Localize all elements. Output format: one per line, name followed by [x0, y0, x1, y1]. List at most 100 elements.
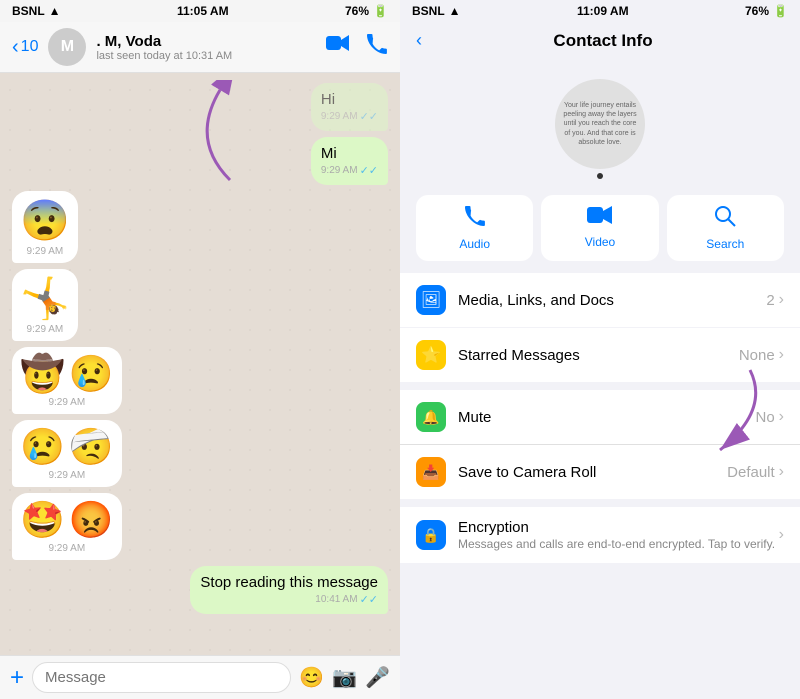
avatar-quote: Your life journey entails peeling away t… [555, 93, 645, 154]
emoji: 🤕 [69, 426, 114, 468]
info-section: 🖼 Media, Links, and Docs 2 › ⭐ Starred M… [400, 273, 800, 699]
audio-button-label: Audio [459, 237, 490, 251]
message-row: 😨 9:29 AM [12, 191, 388, 263]
action-buttons-row: Audio Video Search [400, 195, 800, 273]
message-input[interactable] [32, 662, 291, 693]
video-call-button[interactable]: Video [541, 195, 658, 261]
starred-row-right: None › [739, 346, 784, 364]
encryption-right: › [779, 526, 784, 544]
contact-info-header: ‹ Contact Info [400, 22, 800, 59]
mute-row-content: Mute [458, 409, 755, 426]
mute-value: No [755, 409, 774, 426]
emoji: 😢 [69, 353, 114, 395]
encryption-title: Encryption [458, 519, 779, 536]
read-ticks: ✓✓ [360, 164, 378, 177]
info-group-media: 🖼 Media, Links, and Docs 2 › [400, 273, 800, 327]
audio-call-button[interactable]: Audio [416, 195, 533, 261]
media-row-content: Media, Links, and Docs [458, 292, 766, 309]
message-time: 9:29 AM [48, 470, 85, 481]
message-text: Mi [321, 145, 378, 162]
avatar: M [48, 28, 86, 66]
info-row-encryption[interactable]: 🔒 Encryption Messages and calls are end-… [400, 507, 800, 563]
back-button[interactable]: ‹ 10 [12, 36, 38, 59]
back-chevron-icon: ‹ [12, 36, 19, 59]
emoji-row: 🤩 😡 [20, 499, 114, 541]
message-row: 🤸 9:29 AM [12, 269, 388, 341]
emoji: 🤩 [20, 499, 65, 541]
message-bubble: Hi 9:29 AM✓✓ [311, 83, 388, 131]
time-right: 11:09 AM [577, 4, 629, 18]
info-group-mute: 🔔 Mute No › 📥 Save to Camera Roll [400, 390, 800, 499]
encryption-content: Encryption Messages and calls are end-to… [458, 519, 779, 551]
message-bubble: Stop reading this message 10:41 AM✓✓ [190, 566, 388, 614]
message-time: 9:29 AM [321, 111, 358, 122]
message-time: 9:29 AM [48, 543, 85, 554]
save-camera-icon: 📥 [416, 457, 446, 487]
info-row-media[interactable]: 🖼 Media, Links, and Docs 2 › [400, 273, 800, 327]
starred-icon: ⭐ [416, 340, 446, 370]
message-row: Mi 9:29 AM✓✓ [12, 137, 388, 185]
message-bubble: 🤩 😡 9:29 AM [12, 493, 122, 560]
chat-input-bar: + 😊 📷 🎤 [0, 655, 400, 699]
contact-info-title: Contact Info [422, 31, 784, 51]
contact-avatar: Your life journey entails peeling away t… [555, 79, 645, 169]
chevron-icon: › [779, 346, 784, 364]
search-button-label: Search [706, 237, 744, 251]
message-row: Hi 9:29 AM✓✓ [12, 83, 388, 131]
message-row: 😢 🤕 9:29 AM [12, 420, 388, 487]
emoji: 😨 [20, 197, 70, 244]
media-icon: 🖼 [416, 285, 446, 315]
encryption-icon: 🔒 [416, 520, 446, 550]
info-row-starred[interactable]: ⭐ Starred Messages None › [400, 328, 800, 382]
info-row-save-camera[interactable]: 📥 Save to Camera Roll Default › [400, 445, 800, 499]
message-row: 🤠 😢 9:29 AM [12, 347, 388, 414]
battery-left: 76% [345, 4, 369, 18]
message-bubble: Mi 9:29 AM✓✓ [311, 137, 388, 185]
status-bar-right: BSNL ▲ 11:09 AM 76% 🔋 [400, 0, 800, 22]
avatar-dot [597, 173, 603, 179]
save-camera-content: Save to Camera Roll [458, 464, 727, 481]
message-time: 9:29 AM [321, 165, 358, 176]
camera-icon[interactable]: 📷 [332, 665, 357, 690]
carrier-left: BSNL [12, 4, 45, 18]
message-time: 9:29 AM [27, 324, 64, 335]
video-call-icon-right [587, 205, 613, 231]
emoji: 😡 [69, 499, 114, 541]
mute-row-right: No › [755, 408, 784, 426]
media-row-right: 2 › [766, 291, 784, 309]
chevron-icon: › [779, 526, 784, 544]
message-row: Stop reading this message 10:41 AM✓✓ [12, 566, 388, 614]
battery-icon-right: 🔋 [773, 4, 788, 18]
search-button[interactable]: Search [667, 195, 784, 261]
message-bubble: 🤸 9:29 AM [12, 269, 78, 341]
profile-section: Your life journey entails peeling away t… [400, 59, 800, 195]
chevron-icon: › [779, 408, 784, 426]
wifi-icon-right: ▲ [449, 4, 461, 18]
microphone-icon[interactable]: 🎤 [365, 665, 390, 690]
last-seen: last seen today at 10:31 AM [96, 50, 316, 62]
battery-right: 76% [745, 4, 769, 18]
emoji: 🤸 [20, 275, 70, 322]
status-bar-left: BSNL ▲ 11:05 AM 76% 🔋 [0, 0, 400, 22]
message-text: Hi [321, 91, 378, 108]
info-row-mute[interactable]: 🔔 Mute No › [400, 390, 800, 445]
messages-area: Hi 9:29 AM✓✓ Mi 9:29 AM✓✓ 😨 9:29 AM [0, 73, 400, 655]
add-attachment-button[interactable]: + [10, 664, 24, 692]
time-left: 11:05 AM [177, 4, 229, 18]
save-camera-right: Default › [727, 463, 784, 481]
starred-value: None [739, 347, 775, 364]
info-group-encryption: 🔒 Encryption Messages and calls are end-… [400, 507, 800, 563]
video-button-label: Video [585, 235, 615, 249]
read-ticks: ✓✓ [360, 110, 378, 123]
video-call-icon[interactable] [326, 33, 350, 61]
emoji-row: 🤠 😢 [20, 353, 114, 395]
phone-call-icon[interactable] [366, 33, 388, 61]
sticker-icon[interactable]: 😊 [299, 665, 324, 690]
mute-row-title: Mute [458, 409, 755, 426]
message-time: 9:29 AM [27, 246, 64, 257]
starred-row-content: Starred Messages [458, 347, 739, 364]
emoji-row: 😢 🤕 [20, 426, 114, 468]
message-bubble: 🤠 😢 9:29 AM [12, 347, 122, 414]
battery-icon-left: 🔋 [373, 4, 388, 18]
chat-header-info: . M, Voda last seen today at 10:31 AM [96, 33, 316, 62]
